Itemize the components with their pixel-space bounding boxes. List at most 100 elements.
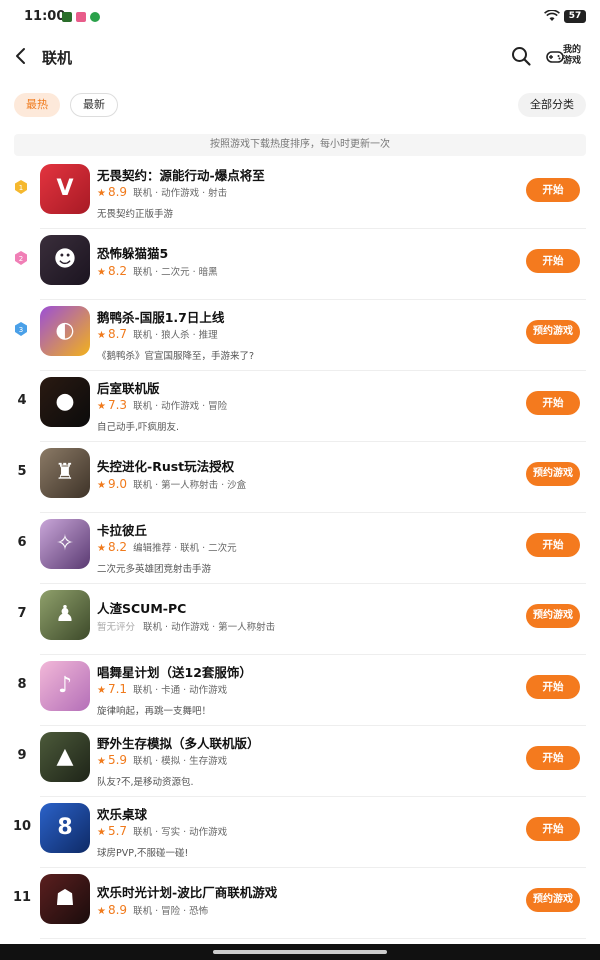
game-description: 自己动手,吓疯朋友. <box>97 422 180 433</box>
game-row[interactable]: 5 ♜ 失控进化-Rust玩法授权 ★ 9.0 联机 · 第一人称射击 · 沙盒 预… <box>0 442 600 513</box>
game-name[interactable]: 欢乐桌球 <box>97 804 147 823</box>
game-action-button[interactable]: 开始 <box>526 178 580 202</box>
game-meta: 暂无评分 联机 · 动作游戏 · 第一人称射击 <box>97 619 275 633</box>
game-icon[interactable]: ☗ <box>40 874 90 924</box>
game-icon[interactable]: ✧ <box>40 519 90 569</box>
game-name[interactable]: 后室联机版 <box>97 378 160 397</box>
game-tags: 联机 · 写实 · 动作游戏 <box>133 827 228 838</box>
game-score: 5.7 <box>107 824 128 838</box>
filter-hot-chip[interactable]: 最热 <box>14 93 60 117</box>
game-score: 8.9 <box>107 185 128 199</box>
game-row[interactable]: 7 ♟ 人渣SCUM-PC 暂无评分 联机 · 动作游戏 · 第一人称射击 预约游… <box>0 584 600 655</box>
game-row[interactable]: 4 ● 后室联机版 ★ 7.3 联机 · 动作游戏 · 冒险 自己动手,吓疯朋友. … <box>0 371 600 442</box>
game-action-button[interactable]: 预约游戏 <box>526 604 580 628</box>
my-games-button[interactable]: 我的游戏 <box>546 42 586 72</box>
game-meta: ★ 7.3 联机 · 动作游戏 · 冒险 <box>97 398 227 412</box>
game-list: 1 V 无畏契约：源能行动-爆点将至 ★ 8.9 联机 · 动作游戏 · 射击 无畏… <box>0 158 600 939</box>
star-icon: ★ <box>97 685 106 696</box>
game-row[interactable]: 1 V 无畏契约：源能行动-爆点将至 ★ 8.9 联机 · 动作游戏 · 射击 无畏… <box>0 158 600 229</box>
game-icon-glyph: ● <box>55 389 75 414</box>
game-action-button[interactable]: 开始 <box>526 746 580 770</box>
game-icon[interactable]: ◐ <box>40 306 90 356</box>
game-description: 旋律响起，再跳一支舞吧！ <box>97 706 212 717</box>
all-categories-button[interactable]: 全部分类 <box>518 93 586 117</box>
game-score: 7.1 <box>107 682 128 696</box>
game-action-button[interactable]: 开始 <box>526 533 580 557</box>
game-description: 无畏契约正版手游 <box>97 209 174 220</box>
game-row[interactable]: 3 ◐ 鹅鸭杀-国服1.7日上线 ★ 8.7 联机 · 狼人杀 · 推理 《鹅鸭杀》… <box>0 300 600 371</box>
game-name[interactable]: 欢乐时光计划-波比厂商联机游戏 <box>97 882 277 901</box>
battery-indicator: 57 <box>564 10 586 23</box>
game-name[interactable]: 恐怖躲猫猫5 <box>97 243 168 262</box>
game-score: 9.0 <box>107 477 128 491</box>
game-action-button[interactable]: 预约游戏 <box>526 888 580 912</box>
game-name[interactable]: 野外生存模拟（多人联机版） <box>97 733 260 752</box>
game-description: 《鹅鸭杀》官宣国服降至，手游来了? <box>97 351 255 362</box>
game-icon[interactable]: ▲ <box>40 732 90 782</box>
game-meta: ★ 9.0 联机 · 第一人称射击 · 沙盒 <box>97 477 246 491</box>
star-icon: ★ <box>97 756 106 767</box>
star-icon: ★ <box>97 480 106 491</box>
top-bar: 联机 我的游戏 <box>0 34 600 80</box>
game-icon[interactable]: ☻ <box>40 235 90 285</box>
game-name[interactable]: 失控进化-Rust玩法授权 <box>97 456 234 475</box>
game-icon[interactable]: ♟ <box>40 590 90 640</box>
search-icon[interactable] <box>510 45 532 67</box>
game-icon[interactable]: 8 <box>40 803 90 853</box>
game-icon[interactable]: ♪ <box>40 661 90 711</box>
game-score: 8.9 <box>107 903 128 917</box>
my-games-label: 我的游戏 <box>563 45 582 66</box>
game-meta: ★ 8.9 联机 · 冒险 · 恐怖 <box>97 903 208 917</box>
game-name[interactable]: 卡拉彼丘 <box>97 520 147 539</box>
back-arrow-icon[interactable] <box>12 46 32 66</box>
filter-new-chip[interactable]: 最新 <box>70 93 118 117</box>
game-icon-glyph: 8 <box>57 815 73 840</box>
star-icon: ★ <box>97 827 106 838</box>
rank-number: 5 <box>17 464 27 479</box>
game-action-button[interactable]: 开始 <box>526 817 580 841</box>
game-row[interactable]: 11 ☗ 欢乐时光计划-波比厂商联机游戏 ★ 8.9 联机 · 冒险 · 恐怖 预约… <box>0 868 600 939</box>
game-action-button[interactable]: 预约游戏 <box>526 320 580 344</box>
game-row[interactable]: 10 8 欢乐桌球 ★ 5.7 联机 · 写实 · 动作游戏 球房PVP,不服碰一碰… <box>0 797 600 868</box>
game-icon[interactable]: ● <box>40 377 90 427</box>
game-name[interactable]: 无畏契约：源能行动-爆点将至 <box>97 165 265 184</box>
game-action-button[interactable]: 开始 <box>526 249 580 273</box>
game-icon-glyph: ♜ <box>55 460 75 485</box>
rank-number: 11 <box>12 890 32 905</box>
game-tags: 联机 · 二次元 · 暗黑 <box>133 267 218 278</box>
wifi-icon <box>544 10 560 21</box>
star-icon: ★ <box>97 188 106 199</box>
game-icon-glyph: ▲ <box>56 744 74 769</box>
status-time: 11:00 <box>24 9 66 24</box>
game-icon-glyph: ✧ <box>55 531 75 556</box>
game-tags: 联机 · 动作游戏 · 冒险 <box>133 401 228 412</box>
game-action-button[interactable]: 开始 <box>526 675 580 699</box>
game-row[interactable]: 8 ♪ 唱舞星计划（送12套服饰） ★ 7.1 联机 · 卡通 · 动作游戏 旋律响… <box>0 655 600 726</box>
game-row[interactable]: 6 ✧ 卡拉彼丘 ★ 8.2 编辑推荐 · 联机 · 二次元 二次元多英雄团竞射击手… <box>0 513 600 584</box>
rank-medal-icon: 3 <box>14 322 28 338</box>
rank-number: 7 <box>17 606 27 621</box>
game-meta: ★ 7.1 联机 · 卡通 · 动作游戏 <box>97 682 227 696</box>
game-icon[interactable]: V <box>40 164 90 214</box>
page-title: 联机 <box>42 49 73 67</box>
gamepad-icon <box>546 51 564 63</box>
game-score: 5.9 <box>107 753 128 767</box>
game-icon-glyph: ☻ <box>53 247 77 272</box>
game-action-button[interactable]: 预约游戏 <box>526 462 580 486</box>
game-name[interactable]: 唱舞星计划（送12套服饰） <box>97 662 252 681</box>
rank-medal-icon: 1 <box>14 180 28 196</box>
game-icon[interactable]: ♜ <box>40 448 90 498</box>
game-meta: ★ 5.7 联机 · 写实 · 动作游戏 <box>97 824 227 838</box>
game-row[interactable]: 2 ☻ 恐怖躲猫猫5 ★ 8.2 联机 · 二次元 · 暗黑 开始 <box>0 229 600 300</box>
status-bar: 11:00 57 <box>0 0 600 34</box>
game-row[interactable]: 9 ▲ 野外生存模拟（多人联机版） ★ 5.9 联机 · 模拟 · 生存游戏 队友?… <box>0 726 600 797</box>
game-name[interactable]: 人渣SCUM-PC <box>97 598 186 617</box>
game-description: 队友?不,是移动资源包. <box>97 777 194 788</box>
home-indicator[interactable] <box>213 950 387 954</box>
game-meta: ★ 5.9 联机 · 模拟 · 生存游戏 <box>97 753 227 767</box>
game-action-button[interactable]: 开始 <box>526 391 580 415</box>
game-tags: 联机 · 狼人杀 · 推理 <box>133 330 218 341</box>
rank-medal-icon: 2 <box>14 251 28 267</box>
game-name[interactable]: 鹅鸭杀-国服1.7日上线 <box>97 307 224 326</box>
game-tags: 联机 · 冒险 · 恐怖 <box>133 906 209 917</box>
